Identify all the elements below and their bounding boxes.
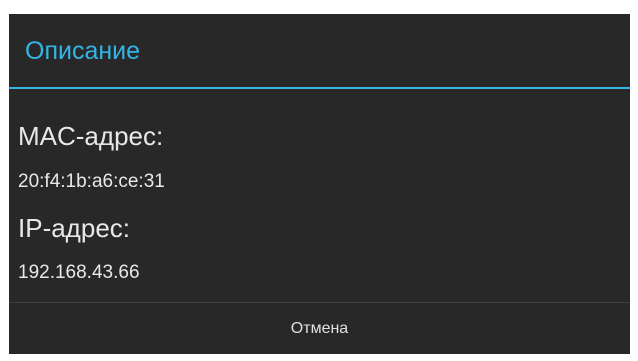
ip-address-label: IP-адрес: xyxy=(18,213,130,243)
dialog-title: Описание xyxy=(25,37,141,65)
ip-address-value: 192.168.43.66 xyxy=(18,262,140,283)
mac-address-value: 20:f4:1b:a6:ce:31 xyxy=(18,171,165,192)
cancel-button[interactable]: Отмена xyxy=(9,303,630,354)
title-divider xyxy=(9,87,630,89)
mac-address-label: MAC-адрес: xyxy=(18,121,164,151)
description-dialog: Описание MAC-адрес: 20:f4:1b:a6:ce:31 IP… xyxy=(9,14,630,354)
